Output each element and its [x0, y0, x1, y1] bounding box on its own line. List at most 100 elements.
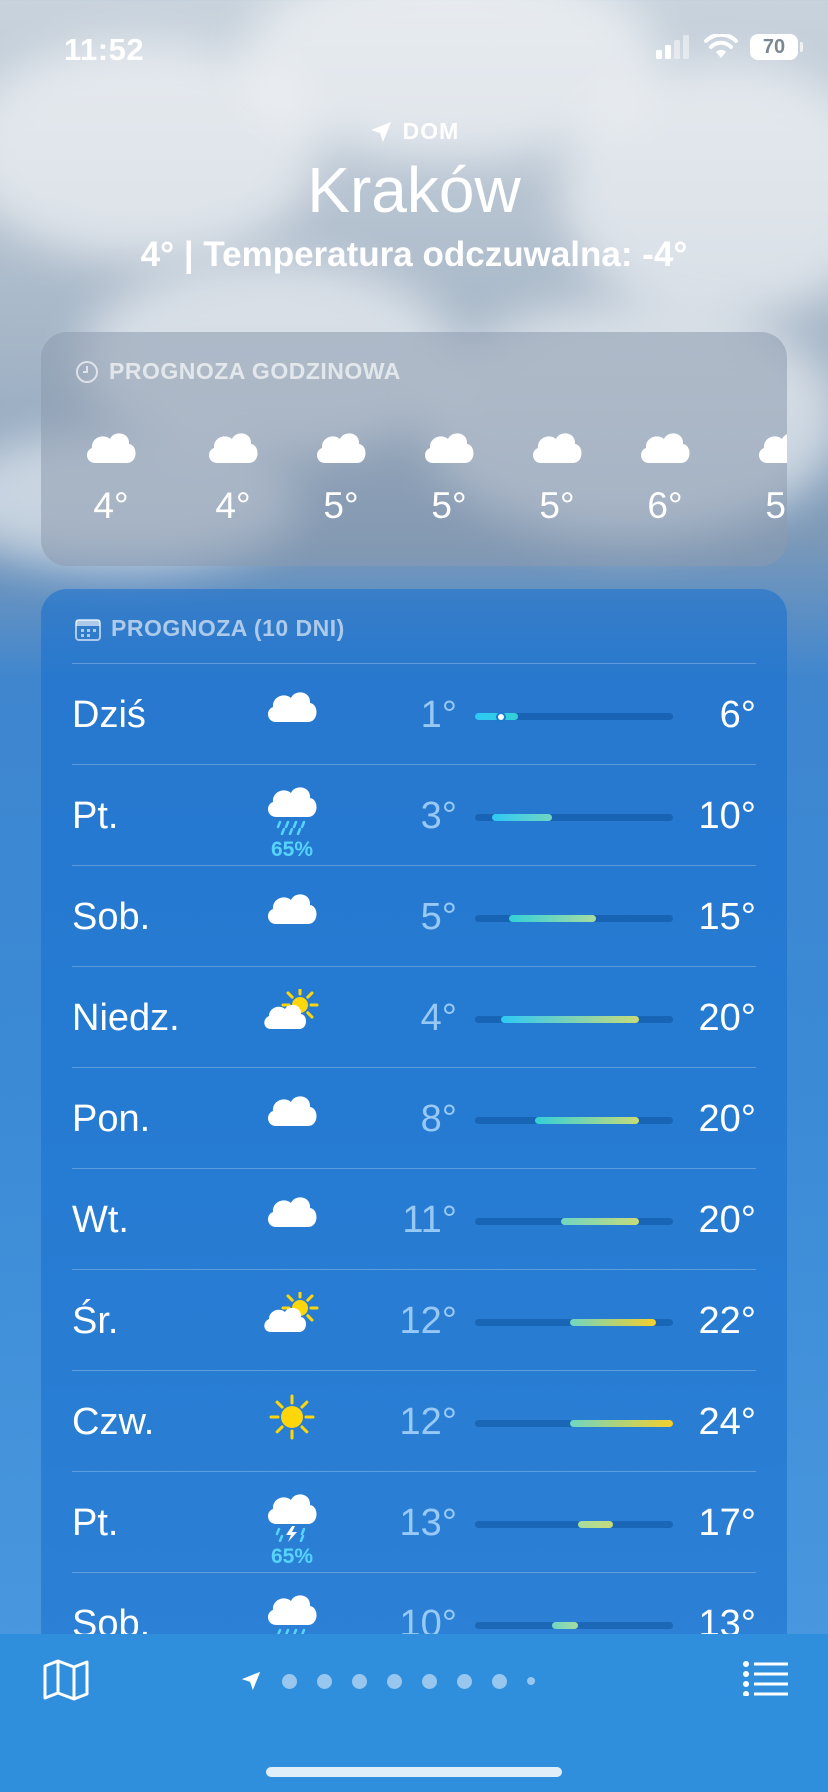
hourly-item: 6°	[625, 427, 705, 527]
page-dot[interactable]	[422, 1673, 437, 1689]
cloud-icon	[759, 434, 787, 463]
page-dot[interactable]	[282, 1673, 297, 1689]
page-dot[interactable]	[387, 1673, 402, 1689]
temp-range-bar	[569, 1420, 673, 1427]
hourly-item: 5°	[301, 427, 381, 527]
hourly-item: 4°	[71, 427, 151, 527]
status-bar: 11:52 70	[0, 0, 828, 100]
temp-range-bar	[509, 915, 596, 922]
daily-row[interactable]: Wt. 11° 20°	[72, 1168, 756, 1269]
cloud-icon	[316, 433, 366, 463]
temp-range-track	[475, 1420, 673, 1427]
day-weather-icon	[262, 686, 322, 731]
daily-row[interactable]: Pon. 8° 20°	[72, 1067, 756, 1168]
daily-row[interactable]: Sob. 5° 15°	[72, 865, 756, 966]
high-temp: 15°	[698, 896, 756, 938]
low-temp: 1°	[420, 694, 457, 736]
day-weather-icon: 65%	[262, 1494, 322, 1569]
day-weather-icon	[262, 888, 322, 933]
day-name: Pt.	[72, 1502, 119, 1544]
cloud-icon	[208, 433, 258, 463]
temp-range-bar	[569, 1319, 656, 1326]
temp-range-bar	[492, 814, 553, 821]
high-temp: 20°	[698, 1199, 756, 1241]
cloud-icon	[267, 1197, 317, 1227]
hourly-temp: 6°	[647, 485, 683, 526]
temp-range-track	[475, 711, 673, 722]
daily-row[interactable]: Pt. 65% 3° 10°	[72, 764, 756, 865]
low-temp: 12°	[399, 1300, 457, 1342]
hourly-temp: 4°	[93, 485, 129, 526]
temp-range-bar	[535, 1117, 639, 1124]
high-temp: 10°	[698, 795, 756, 837]
map-button[interactable]	[42, 1658, 90, 1707]
hourly-item: 5°	[409, 427, 489, 527]
location-arrow-icon	[370, 121, 391, 142]
day-weather-icon	[262, 1191, 322, 1236]
calendar-icon	[75, 618, 101, 641]
wifi-icon	[704, 34, 738, 58]
precipitation-chance: 65%	[270, 838, 314, 861]
daily-row[interactable]: Czw. 12° 24°	[72, 1370, 756, 1471]
cloud-icon	[424, 433, 474, 463]
temp-range-bar	[500, 1016, 639, 1023]
cloud-icon	[640, 433, 690, 463]
temp-range-track	[475, 1521, 673, 1528]
clock-icon	[76, 360, 98, 383]
location-label-row: DOM	[0, 118, 828, 145]
temp-range-track	[475, 1016, 673, 1023]
hourly-temp: 5°	[539, 485, 575, 526]
current-location-page-icon[interactable]	[240, 1670, 262, 1692]
temp-range-track	[475, 1117, 673, 1124]
page-dot[interactable]	[457, 1673, 472, 1689]
daily-row[interactable]: Dziś 1° 6°	[72, 663, 756, 764]
hourly-temp: 5°	[431, 485, 467, 526]
hourly-list[interactable]: 4° 4° 5° 5° 5° 6° 5°	[41, 427, 787, 547]
daily-row[interactable]: Śr. 12° 22°	[72, 1269, 756, 1370]
temp-range-bar	[552, 1622, 579, 1629]
day-weather-icon	[262, 986, 322, 1038]
page-indicator[interactable]	[240, 1670, 535, 1692]
day-name: Pt.	[72, 795, 119, 837]
hourly-forecast-title: PROGNOZA GODZINOWA	[75, 358, 401, 385]
day-name: Pon.	[72, 1098, 151, 1140]
page-dot[interactable]	[352, 1673, 367, 1689]
cloud-icon	[86, 433, 136, 463]
high-temp: 22°	[698, 1300, 756, 1342]
high-temp: 20°	[698, 997, 756, 1039]
high-temp: 17°	[698, 1502, 756, 1544]
cloud-icon	[267, 894, 317, 924]
hourly-temp: 5°	[765, 485, 787, 526]
map-icon	[43, 1659, 89, 1701]
hourly-forecast-card[interactable]: PROGNOZA GODZINOWA 4° 4° 5° 5° 5° 6° 5°	[41, 332, 787, 566]
day-name: Wt.	[72, 1199, 129, 1241]
low-temp: 5°	[420, 896, 457, 938]
battery-icon: 70	[750, 34, 803, 60]
page-dot[interactable]	[492, 1673, 507, 1689]
daily-forecast-card[interactable]: PROGNOZA (10 DNI) Dziś 1° 6° Pt. 65% 3° 10° S…	[41, 589, 787, 1789]
page-dot[interactable]	[317, 1673, 332, 1689]
page-dot[interactable]	[527, 1677, 535, 1685]
hourly-temp: 5°	[323, 485, 359, 526]
low-temp: 12°	[399, 1401, 457, 1443]
temp-range-track	[475, 915, 673, 922]
hourly-title-text: PROGNOZA GODZINOWA	[109, 358, 401, 384]
current-temp-indicator	[495, 711, 506, 722]
hourly-item: 5°	[743, 427, 787, 527]
daily-title-text: PROGNOZA (10 DNI)	[111, 615, 345, 641]
location-list-button[interactable]	[742, 1660, 788, 1701]
day-name: Sob.	[72, 896, 151, 938]
daily-row[interactable]: Niedz. 4° 20°	[72, 966, 756, 1067]
list-icon	[743, 1661, 788, 1697]
status-icons: 70	[656, 34, 803, 60]
day-weather-icon: 65%	[262, 787, 322, 862]
low-temp: 8°	[420, 1098, 457, 1140]
partly-sunny-icon	[264, 986, 319, 1029]
day-weather-icon	[262, 1090, 322, 1135]
temp-range-track	[475, 1218, 673, 1225]
precipitation-chance: 65%	[270, 1545, 314, 1568]
low-temp: 13°	[399, 1502, 457, 1544]
daily-row[interactable]: Pt. 65% 13° 17°	[72, 1471, 756, 1572]
temp-range-bar	[578, 1521, 613, 1528]
low-temp: 3°	[420, 795, 457, 837]
